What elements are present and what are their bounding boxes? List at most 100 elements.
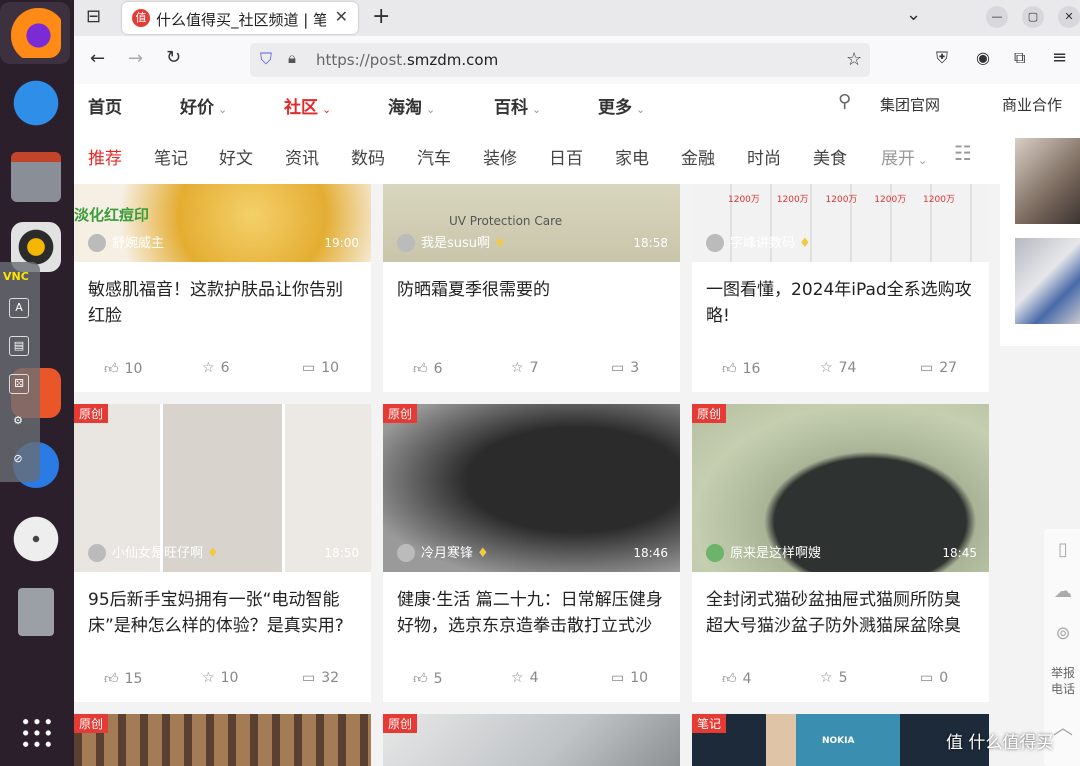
article-card[interactable]: 淡化红痘印 舒婉威主 19:00 敏感肌福音！这款护肤品让你告别红脸 👍︎ 10 … xyxy=(74,184,371,392)
cat-notes[interactable]: 笔记 xyxy=(154,144,188,169)
comment-count[interactable]: ▭ 3 xyxy=(611,360,639,376)
like-count[interactable]: 👍︎ 16 xyxy=(722,360,760,377)
vnc-keyboard-icon[interactable]: A xyxy=(9,298,29,318)
favorite-count[interactable]: ☆ 10 xyxy=(202,670,238,686)
article-card[interactable]: 1200万 1200万 1200万 1200万 1200万 字峰讲数码 ♦ 一图看… xyxy=(692,184,989,392)
search-icon[interactable]: ⚲ xyxy=(838,91,851,112)
article-title[interactable]: 敏感肌福音！这款护肤品让你告别红脸 xyxy=(88,277,358,329)
article-card[interactable]: 原创 原来是这样啊嫂 18:45 全封闭式猫砂盆抽屉式猫厕所防臭超大号猫沙盆子防… xyxy=(692,404,989,702)
author[interactable]: 舒婉威主 xyxy=(88,232,164,252)
lifebuoy-icon[interactable]: ⊚ xyxy=(1052,623,1074,644)
like-count[interactable]: 👍︎ 4 xyxy=(722,670,752,687)
list-view-icon[interactable]: ☷ xyxy=(954,141,972,165)
comment-count[interactable]: ▭ 32 xyxy=(302,670,339,686)
close-window-icon[interactable]: ✕ xyxy=(1058,6,1080,28)
back-to-top-icon[interactable]: ︿ xyxy=(1052,711,1074,740)
favorite-count[interactable]: ☆ 6 xyxy=(202,360,229,376)
comment-count[interactable]: ▭ 27 xyxy=(920,360,957,376)
vnc-settings-icon[interactable]: ⚙ xyxy=(9,412,27,430)
author[interactable]: 原来是这样啊嫂 xyxy=(706,542,821,562)
cat-food[interactable]: 美食 xyxy=(813,144,847,169)
tab-overview-icon[interactable]: ⊟ xyxy=(86,6,101,27)
article-card[interactable]: 笔记 NOKIA xyxy=(692,714,989,766)
extensions-icon[interactable]: ⧉ xyxy=(1014,48,1025,68)
bookmark-star-icon[interactable]: ☆ xyxy=(846,49,862,70)
forward-icon[interactable]: → xyxy=(128,48,143,69)
phone-icon[interactable]: ▯ xyxy=(1052,539,1074,560)
shield-icon[interactable]: ⛉ xyxy=(260,49,272,69)
cat-fashion[interactable]: 时尚 xyxy=(747,144,781,169)
article-card[interactable]: 原创 xyxy=(74,714,371,766)
cat-digital[interactable]: 数码 xyxy=(351,144,385,169)
pocket-icon[interactable]: ⛨ xyxy=(936,48,948,68)
nav-home[interactable]: 首页 xyxy=(88,93,122,118)
article-card[interactable]: 原创 冷月寒锋 ♦ 18:46 健康·生活 篇二十九：日常解压健身好物，选京东京造… xyxy=(383,404,680,702)
like-count[interactable]: 👍︎ 15 xyxy=(104,670,142,687)
article-title[interactable]: 一图看懂，2024年iPad全系选购攻略! xyxy=(706,277,976,329)
nav-more[interactable]: 更多 ⌄ xyxy=(598,93,645,118)
cat-daily[interactable]: 日百 xyxy=(549,144,583,169)
author[interactable]: 小仙女是旺仔啊 ♦ xyxy=(88,542,219,562)
cat-decor[interactable]: 装修 xyxy=(483,144,517,169)
tab-list-chevron-icon[interactable]: ⌄ xyxy=(906,4,921,25)
like-count[interactable]: 👍︎ 10 xyxy=(104,360,142,377)
favorite-count[interactable]: ☆ 7 xyxy=(511,360,538,376)
account-icon[interactable]: ◉ xyxy=(976,48,990,67)
close-tab-icon[interactable]: ✕ xyxy=(335,7,348,26)
cat-auto[interactable]: 汽车 xyxy=(417,144,451,169)
expand-button[interactable]: 展开 ⌄ xyxy=(881,144,927,169)
new-tab-icon[interactable]: + xyxy=(372,4,390,29)
browser-tab[interactable]: 值 什么值得买_社区频道 | 笔 ✕ xyxy=(122,2,358,34)
vnc-dice-icon[interactable]: ⚄ xyxy=(9,374,29,394)
cat-articles[interactable]: 好文 xyxy=(219,144,253,169)
cat-appliance[interactable]: 家电 xyxy=(615,144,649,169)
favorite-count[interactable]: ☆ 4 xyxy=(511,670,538,686)
cat-recommend[interactable]: 推荐 xyxy=(88,144,122,169)
author[interactable]: 我是susu啊 ♦ xyxy=(397,232,506,252)
nav-haitao[interactable]: 海淘 ⌄ xyxy=(388,93,435,118)
menu-icon[interactable]: ≡ xyxy=(1052,47,1067,68)
app-grid-icon[interactable] xyxy=(20,716,54,750)
article-title[interactable]: 95后新手宝妈拥有一张“电动智能床”是种怎么样的体验？是真实用? xyxy=(88,587,358,639)
comment-count[interactable]: ▭ 0 xyxy=(920,670,948,686)
maximize-icon[interactable]: ▢ xyxy=(1022,6,1044,28)
url-text[interactable]: https://post.smzdm.com xyxy=(316,51,498,69)
vnc-clipboard-icon[interactable]: ▤ xyxy=(9,336,29,356)
sidebar-thumbnail[interactable] xyxy=(1015,238,1080,324)
favorite-count[interactable]: ☆ 74 xyxy=(820,360,856,376)
chat-icon[interactable]: ☁ xyxy=(1052,581,1074,602)
thunderbird-icon[interactable] xyxy=(11,78,61,128)
article-card[interactable]: 原创 xyxy=(383,714,680,766)
cat-news[interactable]: 资讯 xyxy=(285,144,319,169)
sidebar-thumbnail[interactable] xyxy=(1015,138,1080,224)
url-bar[interactable]: ⛉ 🔒︎ https://post.smzdm.com ☆ xyxy=(250,43,870,77)
article-title[interactable]: 全封闭式猫砂盆抽屉式猫厕所防臭超大号猫沙盆子防外溅猫屎盆除臭 xyxy=(706,587,976,639)
trash-icon[interactable] xyxy=(18,588,54,636)
article-card[interactable]: UV Protection Care 我是susu啊 ♦ 18:58 防晒霜夏季很… xyxy=(383,184,680,392)
cat-finance[interactable]: 金融 xyxy=(681,144,715,169)
firefox-icon[interactable] xyxy=(11,8,61,58)
author[interactable]: 字峰讲数码 ♦ xyxy=(706,232,811,252)
vnc-disconnect-icon[interactable]: ⊘ xyxy=(9,450,27,468)
author[interactable]: 冷月寒锋 ♦ xyxy=(397,542,489,562)
reload-icon[interactable]: ↻ xyxy=(166,47,181,68)
article-card[interactable]: 原创 小仙女是旺仔啊 ♦ 18:50 95后新手宝妈拥有一张“电动智能床”是种怎么… xyxy=(74,404,371,702)
comment-count[interactable]: ▭ 10 xyxy=(611,670,648,686)
minimize-icon[interactable]: — xyxy=(986,6,1008,28)
report-phone-label[interactable]: 举报电话 xyxy=(1050,665,1076,697)
article-title[interactable]: 防晒霜夏季很需要的 xyxy=(397,277,667,303)
nav-community[interactable]: 社区 ⌄ xyxy=(284,93,331,118)
favorite-count[interactable]: ☆ 5 xyxy=(820,670,847,686)
dvd-icon[interactable] xyxy=(11,514,61,564)
business-link[interactable]: 商业合作 xyxy=(1002,94,1062,115)
nav-deals[interactable]: 好价 ⌄ xyxy=(180,93,227,118)
back-icon[interactable]: ← xyxy=(90,48,105,69)
article-title[interactable]: 健康·生活 篇二十九：日常解压健身好物，选京东京造拳击散打立式沙 xyxy=(397,587,667,639)
lock-icon[interactable]: 🔒︎ xyxy=(288,49,296,67)
files-icon[interactable] xyxy=(11,152,61,202)
like-count[interactable]: 👍︎ 5 xyxy=(413,670,443,687)
group-site-link[interactable]: 集团官网 xyxy=(880,94,940,115)
nav-wiki[interactable]: 百科 ⌄ xyxy=(494,93,541,118)
like-count[interactable]: 👍︎ 6 xyxy=(413,360,443,377)
comment-count[interactable]: ▭ 10 xyxy=(302,360,339,376)
